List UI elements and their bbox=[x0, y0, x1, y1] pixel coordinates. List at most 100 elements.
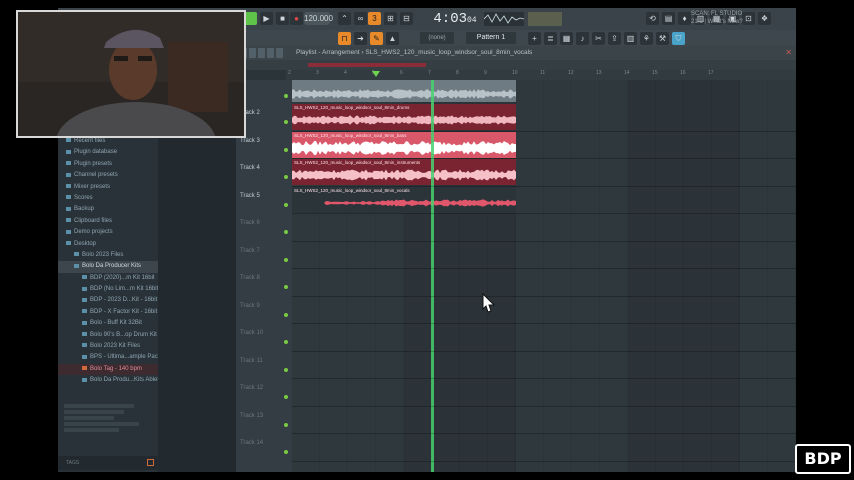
close-icon[interactable]: ✕ bbox=[785, 46, 792, 60]
tags-bar[interactable]: TAGS bbox=[58, 456, 158, 470]
plugin-tb-icon[interactable]: ⚘ bbox=[640, 32, 653, 45]
track-mute-led[interactable] bbox=[284, 175, 288, 179]
browser-item[interactable]: Bolo Da Producer Kits bbox=[58, 261, 158, 273]
browser-item[interactable]: Bolo 2023 Files bbox=[58, 250, 158, 261]
audio-clip[interactable] bbox=[292, 80, 516, 102]
mixer-tb-icon[interactable]: ▥ bbox=[624, 32, 637, 45]
arrow-tool-icon[interactable]: ➜ bbox=[354, 32, 367, 45]
track-mute-led[interactable] bbox=[284, 230, 288, 234]
browser-item[interactable]: Plugin presets bbox=[58, 159, 158, 170]
news-text[interactable]: SCAN: FL STUDIO 21.1 | What's New? bbox=[691, 10, 751, 28]
shop-icon[interactable]: ⛉ bbox=[672, 32, 685, 45]
track-mute-led[interactable] bbox=[284, 450, 288, 454]
export-icon[interactable]: ⇪ bbox=[608, 32, 621, 45]
track-mute-led[interactable] bbox=[284, 312, 288, 317]
track-mute-led[interactable] bbox=[284, 202, 288, 207]
clip-waveform bbox=[292, 140, 516, 155]
countdown-icon[interactable]: 3 bbox=[368, 12, 381, 25]
track-name[interactable]: Track 8 bbox=[240, 275, 284, 281]
track-name[interactable]: Track 9 bbox=[240, 303, 284, 309]
track-name[interactable]: Track 2 bbox=[240, 110, 284, 116]
track-name[interactable]: Track 10 bbox=[240, 330, 284, 336]
track-name[interactable]: Track 11 bbox=[240, 358, 284, 364]
mixer-icon[interactable]: ▤ bbox=[662, 12, 675, 25]
row-divider bbox=[292, 213, 796, 214]
track-mute-led[interactable] bbox=[284, 257, 288, 262]
browser-item[interactable]: BDP - 2023 D...Kit - 16bit bbox=[58, 295, 158, 306]
browser-item[interactable]: Channel presets bbox=[58, 170, 158, 181]
step-seq-icon[interactable]: ▦ bbox=[560, 32, 573, 45]
browser-item[interactable]: Scores bbox=[58, 193, 158, 204]
arrangement-grid[interactable]: SLS_HWS2_120_music_loop_windsor_soul_8mi… bbox=[292, 80, 796, 472]
tools-icon[interactable]: ⚒ bbox=[656, 32, 669, 45]
mic-icon[interactable]: ♦ bbox=[678, 12, 691, 25]
browser-item[interactable]: BDP (2020)...m Kit 16bit bbox=[58, 273, 158, 284]
play-button[interactable]: ▶ bbox=[260, 12, 273, 25]
playlist-icon[interactable]: ≣ bbox=[544, 32, 557, 45]
stop-button[interactable]: ■ bbox=[276, 12, 289, 25]
browser-item[interactable]: Backup bbox=[58, 204, 158, 215]
pl-tool-icon[interactable] bbox=[258, 48, 265, 58]
browser-item[interactable]: BDP - X Factor Kit - 16bit bbox=[58, 307, 158, 318]
edit-icon[interactable]: ✂ bbox=[592, 32, 605, 45]
pattern-selector[interactable]: Pattern 1 bbox=[466, 32, 516, 44]
song-position-marker[interactable] bbox=[372, 71, 380, 77]
browser-item[interactable]: Mixer presets bbox=[58, 182, 158, 193]
audio-clip[interactable]: SLS_HWS2_120_music_loop_windsor_soul_8mi… bbox=[292, 131, 516, 158]
browser-item[interactable]: Clipboard files bbox=[58, 216, 158, 227]
browser-item[interactable]: Bolo Da Produ...Kits Ableton bbox=[58, 375, 158, 386]
news-icon[interactable]: ❖ bbox=[758, 12, 771, 25]
loop-record-icon[interactable]: ⊞ bbox=[384, 12, 397, 25]
scroll-thumb[interactable] bbox=[308, 63, 426, 67]
browser-item[interactable]: BDP (No Lim...m Kit 16bit bbox=[58, 284, 158, 295]
snap-magnet-icon[interactable]: ⊓ bbox=[338, 32, 351, 45]
browser-item[interactable]: Desktop bbox=[58, 239, 158, 250]
track-name[interactable]: Track 3 bbox=[240, 138, 284, 144]
browser-item[interactable]: Bolo - Buff Kit 32Bit bbox=[58, 318, 158, 329]
pencil-tool-icon[interactable]: ✎ bbox=[370, 32, 383, 45]
browser-item-label: Scores bbox=[74, 194, 93, 201]
track-name[interactable]: Track 4 bbox=[240, 165, 284, 171]
pl-tool-icon[interactable] bbox=[276, 48, 283, 58]
browser-item[interactable]: Demo projects bbox=[58, 227, 158, 238]
track-mute-led[interactable] bbox=[284, 120, 288, 124]
timeline-ruler[interactable]: 2 3 4 5 6 7 8 9 10 11 12 13 14 15 16 17 bbox=[286, 70, 796, 80]
pl-tool-icon[interactable] bbox=[249, 48, 256, 58]
browser-item[interactable]: Bolo 2023 Kit Files bbox=[58, 341, 158, 352]
typing-keyboard-icon[interactable]: ⊟ bbox=[400, 12, 413, 25]
ruler-tick: 15 bbox=[652, 70, 658, 76]
track-name[interactable]: Track 7 bbox=[240, 248, 284, 254]
browser-item-label: Bolo - Buff Kit 32Bit bbox=[90, 320, 142, 327]
track-mute-led[interactable] bbox=[284, 340, 288, 344]
record-button[interactable]: ● bbox=[290, 12, 303, 25]
tempo-display[interactable]: 120.000 bbox=[304, 12, 333, 25]
metronome-icon[interactable]: ⌃ bbox=[338, 12, 351, 25]
piano-roll-tb-icon[interactable]: ♪ bbox=[576, 32, 589, 45]
paint-tool-icon[interactable]: ▲ bbox=[386, 32, 399, 45]
track-name[interactable]: Track 12 bbox=[240, 385, 284, 391]
track-name[interactable]: Track 5 bbox=[240, 193, 284, 199]
track-mute-led[interactable] bbox=[284, 422, 288, 427]
wait-input-icon[interactable]: ∞ bbox=[354, 12, 367, 25]
browser-item[interactable]: Bolo Tag - 140 bpm bbox=[58, 363, 158, 376]
audio-clip[interactable]: SLS_HWS2_120_music_loop_windsor_soul_8mi… bbox=[292, 104, 516, 130]
track-mute-led[interactable] bbox=[284, 147, 288, 152]
playlist-scrollbar[interactable] bbox=[236, 60, 796, 70]
add-pattern-icon[interactable]: + bbox=[528, 32, 541, 45]
tag-search-icon[interactable] bbox=[147, 459, 154, 466]
browser-item[interactable]: Plugin database bbox=[58, 147, 158, 158]
track-mute-led[interactable] bbox=[284, 285, 288, 289]
snap-select[interactable]: (none) bbox=[420, 32, 454, 44]
undo-icon[interactable]: ⟲ bbox=[646, 12, 659, 25]
track-mute-led[interactable] bbox=[284, 367, 288, 372]
browser-item[interactable]: BPS - Ultima...ample Pack bbox=[58, 352, 158, 363]
browser-item[interactable]: Bolo 90's B...op Drum Kit bbox=[58, 330, 158, 341]
audio-clip[interactable]: SLS_HWS2_120_music_loop_windsor_soul_8mi… bbox=[292, 186, 516, 213]
audio-clip[interactable]: SLS_HWS2_120_music_loop_windsor_soul_8mi… bbox=[292, 159, 516, 185]
track-mute-led[interactable] bbox=[284, 395, 288, 399]
track-mute-led[interactable] bbox=[284, 94, 288, 98]
track-name[interactable]: Track 14 bbox=[240, 440, 284, 446]
track-name[interactable]: Track 13 bbox=[240, 413, 284, 419]
track-name[interactable]: Track 6 bbox=[240, 220, 284, 226]
pl-tool-icon[interactable] bbox=[267, 48, 274, 58]
